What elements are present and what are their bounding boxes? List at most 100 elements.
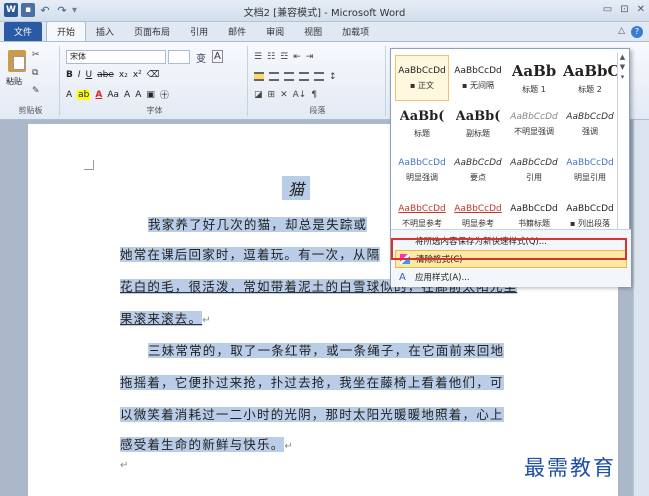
gallery-scrollbar[interactable]: ▲ ▼ ▾ <box>617 53 627 229</box>
align-center-icon[interactable] <box>269 72 279 81</box>
tab-file[interactable]: 文件 <box>4 22 43 41</box>
tab-insert[interactable]: 插入 <box>86 22 124 41</box>
doc-line-4[interactable]: 果滚来滚去。↵ <box>120 308 212 327</box>
tab-add-ins[interactable]: 加载项 <box>332 22 379 41</box>
apply-styles-icon: A <box>399 272 406 283</box>
scroll-up-icon[interactable]: ▲ <box>618 53 627 61</box>
expand-gallery-icon[interactable]: ▾ <box>618 73 627 81</box>
style-name: 不明显参考 <box>402 218 442 228</box>
grow-font-button[interactable]: A <box>124 90 130 100</box>
style-gallery-item[interactable]: AaBbCcDd 明显引用 <box>563 147 617 193</box>
style-name: 标题 <box>414 129 430 138</box>
paragraph-mark: ↵ <box>284 441 294 452</box>
title-bar: W ▪ ↶ ↷ ▾ 文档2 [兼容模式] - Microsoft Word ▭ … <box>0 0 649 22</box>
apply-styles-item[interactable]: A 应用样式(A)... <box>395 268 627 286</box>
minimize-button[interactable]: ▭ <box>603 4 612 15</box>
style-gallery-item[interactable]: AaBbCcDd 明显强调 <box>395 147 449 193</box>
doc-line-2[interactable]: 她常在课后回家时，逗着玩。有一次，从隔 <box>120 244 381 263</box>
tab-mailings[interactable]: 邮件 <box>218 22 256 41</box>
align-row: ↕ <box>254 72 337 82</box>
char-shading-icon[interactable]: ▣ <box>146 90 155 100</box>
doc-line-6[interactable]: 拖摇着，它便扑过来抢，扑过去抢，我坐在藤椅上看着他们，可 <box>120 372 504 391</box>
paste-icon[interactable] <box>8 50 26 72</box>
style-gallery-item[interactable]: AaBbCcDd 要点 <box>451 147 505 193</box>
style-sample: AaBbCcDd <box>510 111 558 122</box>
clear-format-icon[interactable]: ⌫ <box>147 70 160 80</box>
style-sample: AaBbC <box>563 61 617 80</box>
paste-button-label[interactable]: 粘贴 <box>6 76 22 87</box>
help-icon[interactable]: ? <box>631 26 643 38</box>
font-name-combo[interactable]: 宋体 <box>66 50 166 64</box>
style-gallery-item[interactable]: AaBbCcDd 不明显强调 <box>507 101 561 147</box>
maximize-button[interactable]: ⊡ <box>620 4 628 15</box>
cut-icon[interactable]: ✂ <box>32 50 40 60</box>
copy-icon[interactable]: ⧉ <box>32 68 38 78</box>
show-marks-button[interactable]: ¶ <box>311 90 317 100</box>
strikethrough-button[interactable]: abe <box>97 70 114 80</box>
increase-indent-icon[interactable]: ⇥ <box>306 52 314 62</box>
shrink-font-button[interactable]: A <box>135 90 141 100</box>
borders-icon[interactable]: ⊞ <box>268 90 276 100</box>
scroll-down-icon[interactable]: ▼ <box>618 63 627 71</box>
format-painter-icon[interactable]: ✎ <box>32 86 40 96</box>
highlight-icon[interactable]: ab <box>77 89 91 100</box>
style-name: 不明显强调 <box>514 126 554 136</box>
tab-review[interactable]: 审阅 <box>256 22 294 41</box>
tab-references[interactable]: 引用 <box>180 22 218 41</box>
tab-page-layout[interactable]: 页面布局 <box>124 22 180 41</box>
enclose-char-icon[interactable]: ㊉ <box>160 88 169 101</box>
bullets-icon[interactable]: ☰ <box>254 52 262 62</box>
doc-title[interactable]: 猫 <box>282 176 311 200</box>
align-left-icon[interactable] <box>254 72 264 81</box>
distributed-icon[interactable] <box>314 72 324 81</box>
underline-button[interactable]: U <box>86 70 93 80</box>
minimize-ribbon-icon[interactable]: △ <box>618 26 625 36</box>
style-gallery-item[interactable]: AaBbCcDd 引用 <box>507 147 561 193</box>
style-gallery-item[interactable]: AaBb(标题 <box>395 101 449 147</box>
doc-line-7[interactable]: 以微笑着消耗过一二小时的光阴，那时太阳光暖暖地照着，心上 <box>120 404 504 423</box>
italic-button[interactable]: I <box>78 70 81 80</box>
style-gallery-item[interactable]: AaBb 标题 1 <box>507 55 561 101</box>
doc-line-5[interactable]: 三妹常常的，取了一条红带，或一条绳子，在它面前来回地 <box>148 340 505 359</box>
font-color-icon[interactable]: A <box>95 90 102 100</box>
tab-home[interactable]: 开始 <box>46 21 87 41</box>
numbering-icon[interactable]: ☷ <box>267 52 275 62</box>
doc-line-8[interactable]: 感受着生命的新鲜与快乐。↵ <box>120 434 294 453</box>
multilevel-list-icon[interactable]: ☲ <box>280 52 288 62</box>
line-text: 以微笑着消耗过一二小时的光阴，那时太阳光暖暖地照着，心上 <box>120 407 504 422</box>
ribbon-tabs: 文件 开始 插入 页面布局 引用 邮件 审阅 视图 加载项 △ ? <box>0 21 649 42</box>
style-gallery-item[interactable]: AaBb(副标题 <box>451 101 505 147</box>
align-right-icon[interactable] <box>284 72 294 81</box>
shading-icon[interactable]: ◪ <box>254 90 263 100</box>
text-effect-icon[interactable]: A <box>66 90 72 100</box>
style-gallery-item[interactable]: AaBbCcDd ▪ 正文 <box>395 55 449 101</box>
style-sample: AaBbCcDd <box>510 157 558 168</box>
decrease-indent-icon[interactable]: ⇤ <box>293 52 301 62</box>
char-border-icon[interactable]: A <box>212 50 223 63</box>
sort-button[interactable]: A↓ <box>293 90 307 100</box>
superscript-button[interactable]: x² <box>133 70 142 80</box>
change-case-button[interactable]: Aa <box>107 90 119 100</box>
chinese-layout-icon[interactable]: ✕ <box>280 90 288 100</box>
vertical-ruler[interactable] <box>633 120 649 496</box>
style-gallery-item[interactable]: AaBbCcDd ▪ 无间隔 <box>451 55 505 101</box>
close-button[interactable]: ✕ <box>637 4 645 15</box>
line-text: 感受着生命的新鲜与快乐。 <box>120 437 285 452</box>
style-gallery-item[interactable]: AaBbCcDd 强调 <box>563 101 617 147</box>
justify-icon[interactable] <box>299 72 309 81</box>
style-sample: AaBbCcDd <box>398 157 446 168</box>
subscript-button[interactable]: x₂ <box>119 70 128 80</box>
window-title: 文档2 [兼容模式] - Microsoft Word <box>243 8 406 19</box>
doc-line-1[interactable]: 我家养了好几次的猫，却总是失踪或 <box>148 214 368 233</box>
font-size-combo[interactable] <box>168 50 190 64</box>
line-spacing-icon[interactable]: ↕ <box>329 72 337 82</box>
tab-view[interactable]: 视图 <box>294 22 332 41</box>
style-gallery-item[interactable]: AaBbC 标题 2 <box>563 55 617 101</box>
grow-font-icon[interactable]: 变 <box>196 50 206 65</box>
style-sample: AaBbCcDd <box>398 65 446 76</box>
clipboard-group: 粘贴 ✂ ⧉ ✎ 剪贴板 <box>2 46 60 116</box>
line-text: 她常在课后回家时，逗着玩。有一次，从隔 <box>120 247 381 262</box>
bold-button[interactable]: B <box>66 70 73 80</box>
shading-row: ◪ ⊞ ✕ A↓ ¶ <box>254 90 317 100</box>
style-name: 引用 <box>526 172 542 182</box>
